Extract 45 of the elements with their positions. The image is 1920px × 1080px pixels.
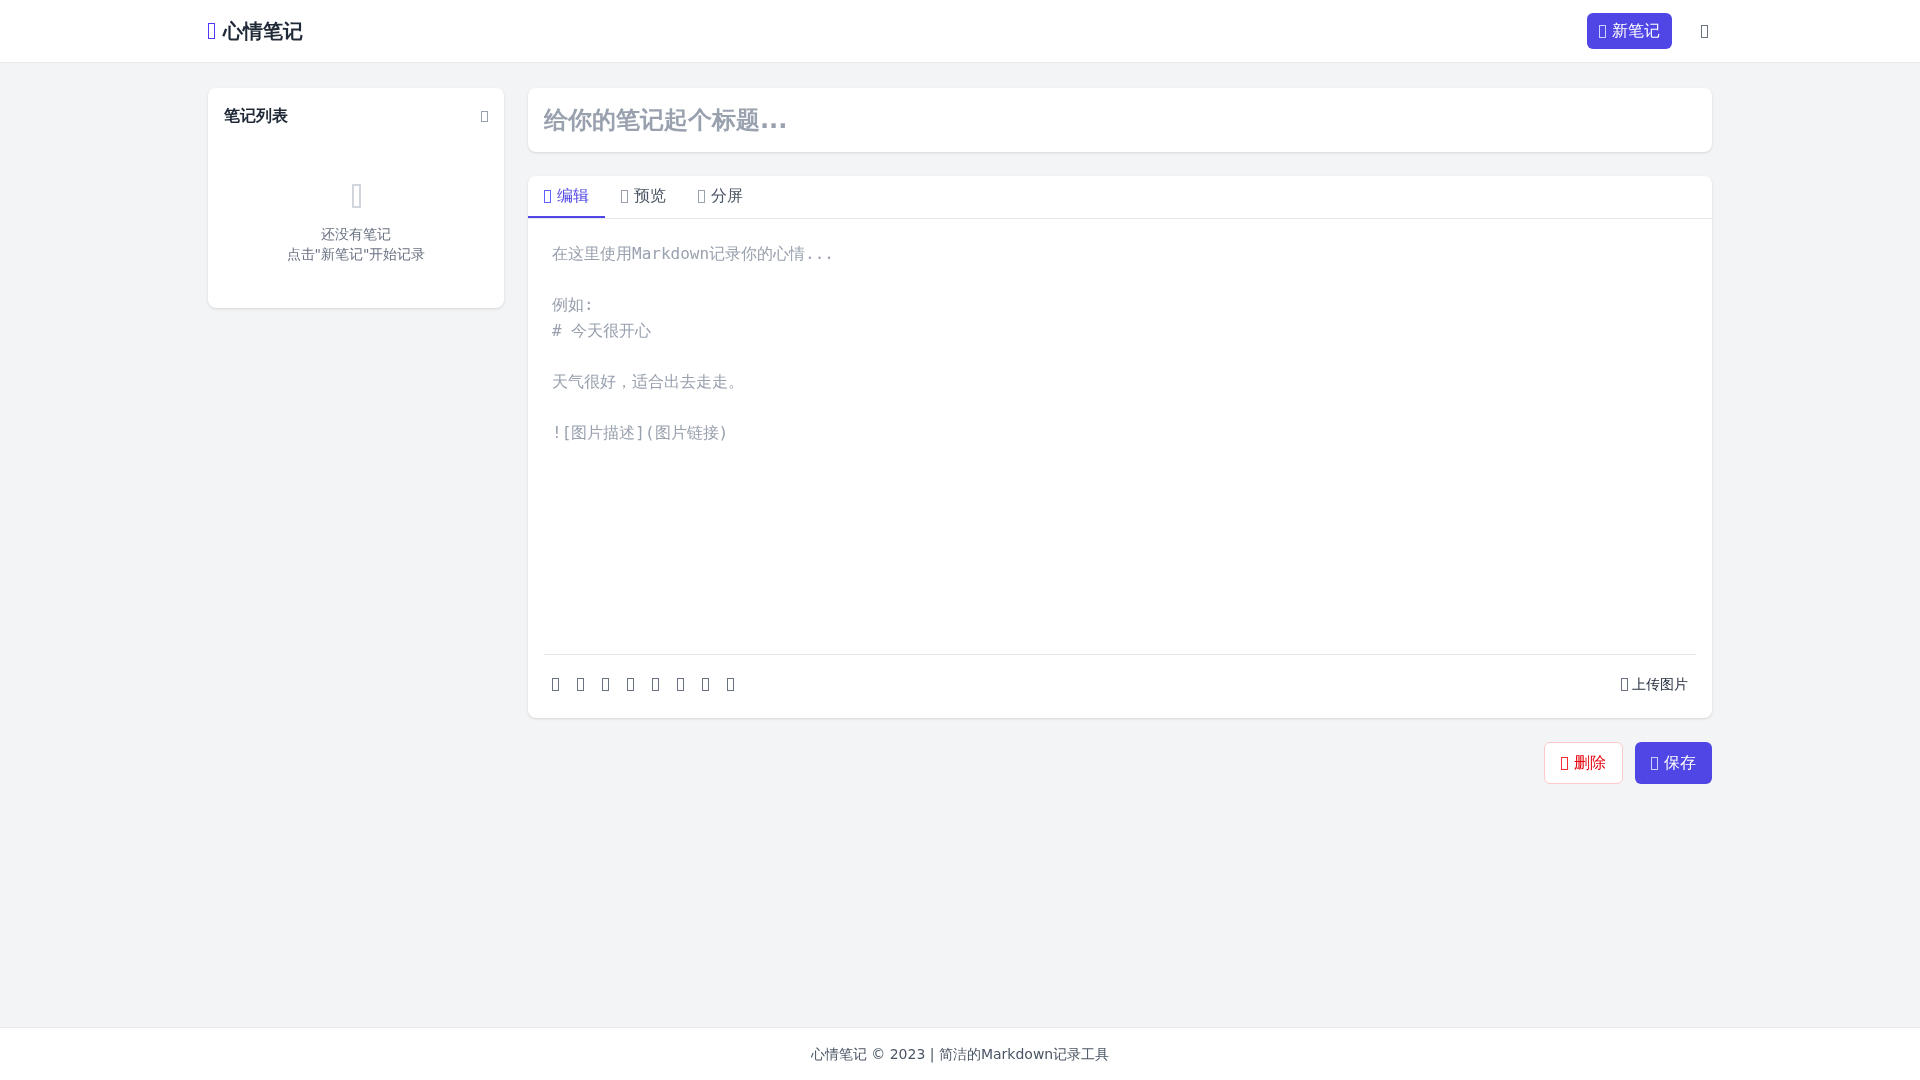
glyph-box-icon bbox=[1700, 24, 1708, 38]
glyph-box-icon bbox=[677, 678, 684, 691]
placeholder-line: 天气很好，适合出去走走。 bbox=[552, 370, 744, 393]
editor-tab[interactable]: 分屏 bbox=[682, 176, 759, 218]
upload-image-button[interactable]: 上传图片 bbox=[1621, 674, 1688, 695]
glyph-box-icon bbox=[552, 678, 559, 691]
format-button[interactable] bbox=[677, 678, 684, 691]
save-button[interactable]: 保存 bbox=[1635, 742, 1712, 784]
panel-title: 笔记列表 bbox=[224, 105, 288, 127]
placeholder-line: 例如: bbox=[552, 294, 594, 317]
empty-state-text: 点击"新笔记"开始记录 bbox=[286, 245, 426, 264]
format-button[interactable] bbox=[552, 678, 559, 691]
glyph-box-icon bbox=[1651, 756, 1658, 770]
title-input[interactable]: 给你的笔记起个标题... bbox=[528, 88, 1712, 152]
format-button[interactable] bbox=[652, 678, 659, 691]
glyph-box-icon bbox=[577, 678, 584, 691]
glyph-box-icon bbox=[698, 189, 705, 203]
placeholder-line: ![图片描述](图片链接) bbox=[552, 422, 729, 445]
editor-tab[interactable]: 预览 bbox=[605, 176, 682, 218]
glyph-box-icon bbox=[727, 678, 734, 691]
format-button[interactable] bbox=[577, 678, 584, 691]
format-button[interactable] bbox=[627, 678, 634, 691]
glyph-box-icon bbox=[1621, 678, 1628, 691]
app-title: 心情笔记 bbox=[223, 18, 303, 45]
placeholder-line: # 今天很开心 bbox=[552, 319, 652, 342]
empty-state-text: 还没有笔记 bbox=[321, 225, 391, 244]
glyph-box-icon bbox=[621, 189, 628, 203]
glyph-box-icon bbox=[1561, 756, 1568, 770]
new-note-button[interactable]: 新笔记 bbox=[1587, 13, 1672, 49]
glyph-box-icon bbox=[208, 23, 215, 39]
glyph-box-icon bbox=[544, 189, 551, 203]
placeholder-line: 在这里使用Markdown记录你的心情... bbox=[552, 243, 834, 265]
glyph-box-icon bbox=[481, 110, 488, 122]
panel-action-button[interactable] bbox=[481, 110, 488, 122]
glyph-box-icon bbox=[702, 678, 709, 691]
glyph-box-icon bbox=[602, 678, 609, 691]
format-button[interactable] bbox=[602, 678, 609, 691]
empty-state-icon bbox=[351, 184, 361, 208]
format-button[interactable] bbox=[702, 678, 709, 691]
delete-button[interactable]: 删除 bbox=[1544, 742, 1623, 784]
glyph-box-icon bbox=[627, 678, 634, 691]
glyph-box-icon bbox=[652, 678, 659, 691]
glyph-box-icon bbox=[1599, 24, 1606, 38]
format-button[interactable] bbox=[727, 678, 734, 691]
footer-text: 心情笔记 © 2023 | 简洁的Markdown记录工具 bbox=[810, 1044, 1110, 1065]
